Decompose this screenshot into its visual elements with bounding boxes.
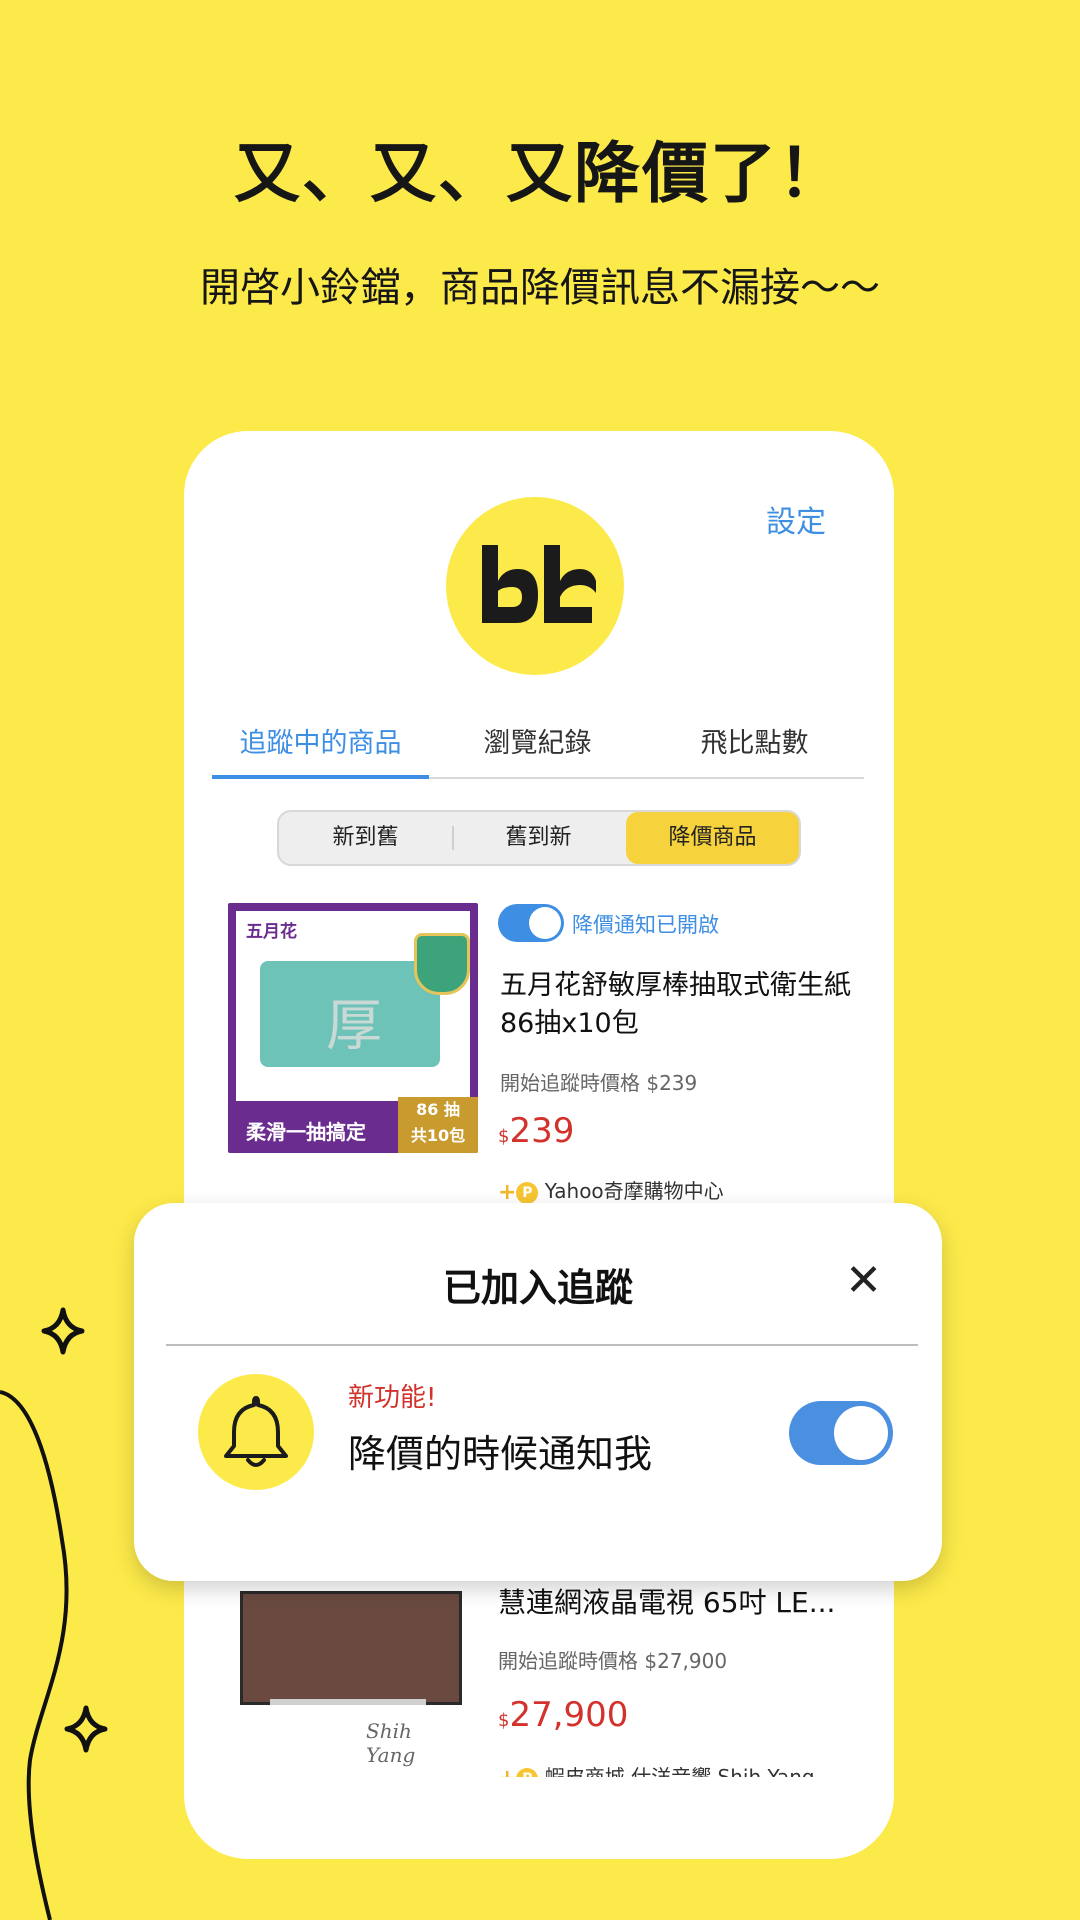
price-amount: 239 [509,1111,575,1151]
start-price-text: 開始追蹤時價格 $27,900 [498,1649,728,1673]
store-label: 蝦皮商城 仕洋音響 Shih Yang [544,1765,815,1777]
price-alert-toggle[interactable] [498,904,564,942]
product-image-slogan: 柔滑一抽搞定 [246,1120,366,1144]
product-image-count: 86 抽 共10包 [398,1097,478,1153]
shield-icon [414,933,470,995]
store-name[interactable]: +P 蝦皮商城 仕洋音響 Shih Yang [498,1761,815,1777]
toggle-knob [529,907,561,939]
sort-segmented-control: 新到舊 舊到新 降價商品 [277,810,801,866]
segment-price-drop[interactable]: 降價商品 [626,812,799,864]
product-title[interactable]: 五月花舒敏厚棒抽取式衛生紙86抽x10包 [500,967,860,1043]
image-watermark: Shih Yang [366,1719,416,1767]
tissue-box-mark: 厚 [326,994,382,1059]
tracking-added-popup: 已加入追蹤 ✕ 新功能! 降價的時候通知我 [134,1203,942,1581]
product-image[interactable]: Shih Yang [240,1581,462,1767]
price-alert-label: 降價通知已開啟 [572,913,719,937]
settings-button[interactable]: 設定 [766,497,826,541]
tv-stand [270,1699,426,1705]
store-name[interactable]: + P Yahoo奇摩購物中心 [498,1175,724,1205]
promo-subline: 開啓小鈴鐺，商品降價訊息不漏接～～ [200,265,880,311]
currency-symbol: $ [498,1126,510,1147]
current-price: $239 [498,1111,574,1151]
popup-title: 已加入追蹤 [442,1266,633,1310]
segment-old-to-new[interactable]: 舊到新 [452,812,625,864]
notify-me-label: 降價的時候通知我 [348,1432,653,1476]
tab-tracking[interactable]: 追蹤中的商品 [212,721,429,779]
product-pack-count: 共10包 [410,1126,466,1145]
current-price: $27,900 [498,1695,628,1735]
tv-graphic [240,1591,462,1705]
sparkle-icon [41,1307,85,1355]
popup-divider [166,1344,918,1346]
price-amount: 27,900 [509,1695,629,1735]
bell-icon [198,1374,314,1490]
toggle-knob [834,1406,888,1460]
close-icon[interactable]: ✕ [845,1259,882,1303]
product-image-panel: 五月花 厚 [236,911,470,1101]
tab-points[interactable]: 飛比點數 [646,721,863,777]
tab-bar: 追蹤中的商品 瀏覽紀錄 飛比點數 [212,721,864,779]
bibi-logo-icon [446,497,624,675]
currency-symbol: $ [498,1710,510,1731]
promo-headline: 又、又、又降價了！ [234,135,846,212]
plus-icon: + [498,1180,517,1205]
sparkle-icon [64,1705,108,1753]
tab-history[interactable]: 瀏覽紀錄 [429,721,646,777]
phone-screen: 設定 追蹤中的商品 瀏覽紀錄 飛比點數 新到舊 舊到新 降價商品 五月花 厚 柔… [184,431,894,1859]
store-label: Yahoo奇摩購物中心 [544,1179,724,1203]
points-badge-icon: P [516,1767,539,1777]
new-feature-label: 新功能! [348,1383,437,1413]
product-image[interactable]: 五月花 厚 柔滑一抽搞定 86 抽 共10包 [228,903,478,1153]
product-brand: 五月花 [246,922,297,942]
product-sheet-count: 86 抽 [416,1100,460,1119]
segment-new-to-old[interactable]: 新到舊 [279,812,452,864]
start-price-text: 開始追蹤時價格 $239 [500,1071,698,1095]
notify-toggle[interactable] [789,1401,893,1465]
points-badge-icon: P [516,1181,539,1204]
plus-icon: + [498,1766,516,1777]
product-title[interactable]: 慧連網液晶電視 65吋 LE... [498,1581,835,1621]
